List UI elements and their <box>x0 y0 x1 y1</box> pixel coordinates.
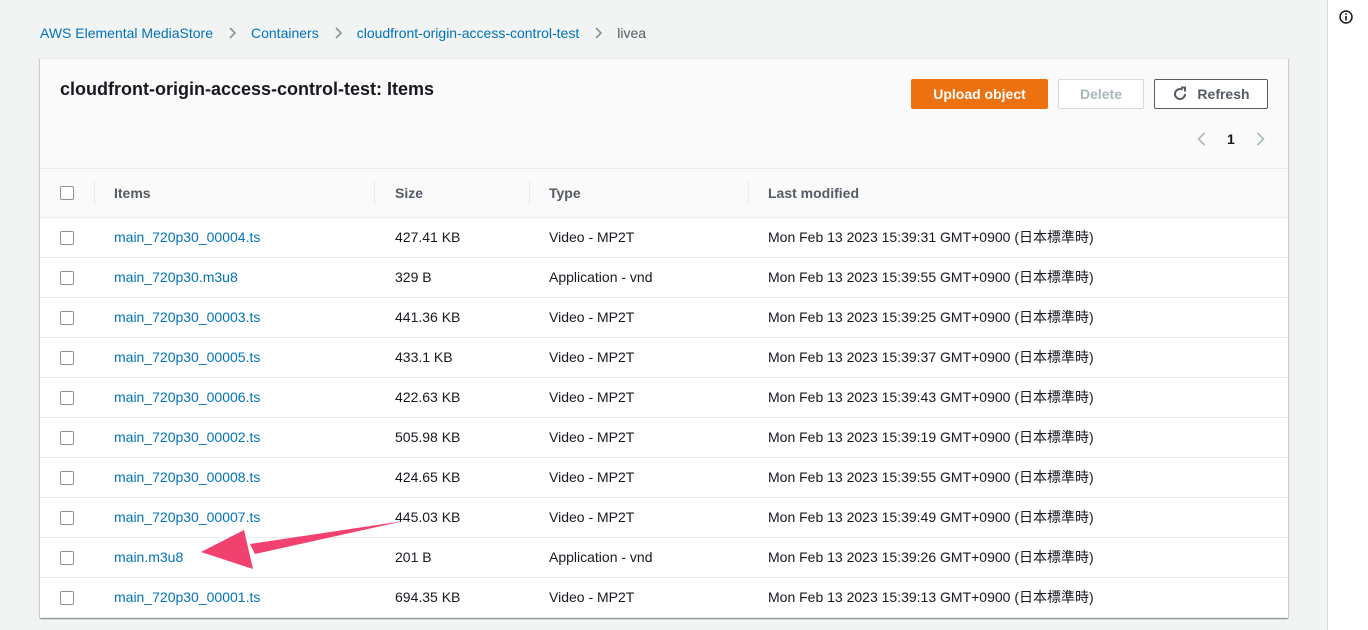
item-last-modified: Mon Feb 13 2023 15:39:25 GMT+0900 (日本標準時… <box>768 309 1094 325</box>
item-size: 201 B <box>395 549 432 565</box>
pagination: 1 <box>1194 127 1268 151</box>
item-name-link[interactable]: main_720p30_00003.ts <box>114 298 260 337</box>
item-size: 433.1 KB <box>395 349 453 365</box>
row-checkbox[interactable] <box>60 591 74 605</box>
item-type: Application - vnd <box>549 269 653 285</box>
row-checkbox[interactable] <box>60 271 74 285</box>
column-divider <box>374 181 375 205</box>
item-name-link[interactable]: main_720p30.m3u8 <box>114 258 238 297</box>
item-last-modified: Mon Feb 13 2023 15:39:26 GMT+0900 (日本標準時… <box>768 549 1094 565</box>
help-panel-rail <box>1327 0 1368 630</box>
table-row[interactable]: main_720p30_00001.ts 694.35 KB Video - M… <box>40 578 1288 618</box>
item-last-modified: Mon Feb 13 2023 15:39:49 GMT+0900 (日本標準時… <box>768 509 1094 525</box>
breadcrumb: AWS Elemental MediaStore Containers clou… <box>40 22 646 44</box>
item-last-modified: Mon Feb 13 2023 15:39:55 GMT+0900 (日本標準時… <box>768 469 1094 485</box>
table-row[interactable]: main_720p30_00002.ts 505.98 KB Video - M… <box>40 418 1288 458</box>
table-row[interactable]: main_720p30_00004.ts 427.41 KB Video - M… <box>40 218 1288 258</box>
table-row[interactable]: main_720p30_00007.ts 445.03 KB Video - M… <box>40 498 1288 538</box>
items-panel: cloudfront-origin-access-control-test: I… <box>40 58 1288 618</box>
item-type: Video - MP2T <box>549 509 635 525</box>
refresh-button[interactable]: Refresh <box>1154 79 1268 109</box>
row-checkbox[interactable] <box>60 311 74 325</box>
chevron-right-icon <box>595 27 603 39</box>
item-last-modified: Mon Feb 13 2023 15:39:13 GMT+0900 (日本標準時… <box>768 589 1094 605</box>
column-header-last-modified[interactable]: Last modified <box>768 169 859 217</box>
item-type: Video - MP2T <box>549 389 635 405</box>
item-name-link[interactable]: main_720p30_00001.ts <box>114 578 260 617</box>
delete-button[interactable]: Delete <box>1058 79 1144 109</box>
item-type: Application - vnd <box>549 549 653 565</box>
item-name-link[interactable]: main_720p30_00005.ts <box>114 338 260 377</box>
select-all-checkbox[interactable] <box>60 186 74 200</box>
row-checkbox[interactable] <box>60 471 74 485</box>
item-type: Video - MP2T <box>549 589 635 605</box>
page-number[interactable]: 1 <box>1227 131 1235 147</box>
column-divider <box>529 181 530 205</box>
chevron-right-icon <box>335 27 342 39</box>
item-size: 427.41 KB <box>395 229 461 245</box>
column-divider <box>748 181 749 205</box>
item-type: Video - MP2T <box>549 429 635 445</box>
item-name-link[interactable]: main_720p30_00006.ts <box>114 378 260 417</box>
row-checkbox[interactable] <box>60 351 74 365</box>
breadcrumb-item-container[interactable]: cloudfront-origin-access-control-test <box>357 25 580 41</box>
item-name-link[interactable]: main_720p30_00007.ts <box>114 498 260 537</box>
breadcrumb-item-containers[interactable]: Containers <box>251 25 319 41</box>
breadcrumb-item-mediastore[interactable]: AWS Elemental MediaStore <box>40 25 213 41</box>
item-last-modified: Mon Feb 13 2023 15:39:37 GMT+0900 (日本標準時… <box>768 349 1094 365</box>
table-row[interactable]: main_720p30.m3u8 329 B Application - vnd… <box>40 258 1288 298</box>
row-checkbox[interactable] <box>60 511 74 525</box>
table-row[interactable]: main_720p30_00006.ts 422.63 KB Video - M… <box>40 378 1288 418</box>
items-table: Items Size Type Last modified main_720p3… <box>40 169 1288 618</box>
refresh-label: Refresh <box>1197 86 1250 102</box>
item-size: 329 B <box>395 269 432 285</box>
item-name-link[interactable]: main_720p30_00004.ts <box>114 218 260 257</box>
item-type: Video - MP2T <box>549 469 635 485</box>
upload-object-label: Upload object <box>933 86 1026 102</box>
item-last-modified: Mon Feb 13 2023 15:39:55 GMT+0900 (日本標準時… <box>768 269 1094 285</box>
item-type: Video - MP2T <box>549 229 635 245</box>
row-checkbox[interactable] <box>60 231 74 245</box>
breadcrumb-current: livea <box>617 25 647 41</box>
column-divider <box>94 181 95 205</box>
table-row[interactable]: main_720p30_00003.ts 441.36 KB Video - M… <box>40 298 1288 338</box>
item-name-link[interactable]: main_720p30_00008.ts <box>114 458 260 497</box>
item-size: 445.03 KB <box>395 509 461 525</box>
column-header-items[interactable]: Items <box>114 169 151 217</box>
chevron-left-icon[interactable] <box>1194 131 1210 147</box>
item-size: 694.35 KB <box>395 589 461 605</box>
chevron-right-icon <box>229 27 237 39</box>
table-row[interactable]: main_720p30_00005.ts 433.1 KB Video - MP… <box>40 338 1288 378</box>
item-name-link[interactable]: main.m3u8 <box>114 538 183 577</box>
table-row[interactable]: main.m3u8 201 B Application - vnd Mon Fe… <box>40 538 1288 578</box>
item-name-link[interactable]: main_720p30_00002.ts <box>114 418 260 457</box>
refresh-icon <box>1174 86 1187 100</box>
table-row[interactable]: main_720p30_00008.ts 424.65 KB Video - M… <box>40 458 1288 498</box>
panel-header: cloudfront-origin-access-control-test: I… <box>40 59 1288 169</box>
chevron-right-icon[interactable] <box>1252 131 1268 147</box>
column-header-size[interactable]: Size <box>395 169 423 217</box>
main-content-area: AWS Elemental MediaStore Containers clou… <box>0 0 1327 630</box>
item-size: 505.98 KB <box>395 429 461 445</box>
column-header-type[interactable]: Type <box>549 169 581 217</box>
item-size: 441.36 KB <box>395 309 461 325</box>
row-checkbox[interactable] <box>60 431 74 445</box>
upload-object-button[interactable]: Upload object <box>911 79 1048 109</box>
panel-title: cloudfront-origin-access-control-test: I… <box>60 79 435 99</box>
row-checkbox[interactable] <box>60 391 74 405</box>
row-checkbox[interactable] <box>60 551 74 565</box>
table-header: Items Size Type Last modified <box>40 169 1288 218</box>
item-type: Video - MP2T <box>549 349 635 365</box>
item-last-modified: Mon Feb 13 2023 15:39:43 GMT+0900 (日本標準時… <box>768 389 1094 405</box>
item-last-modified: Mon Feb 13 2023 15:39:31 GMT+0900 (日本標準時… <box>768 229 1094 245</box>
item-size: 422.63 KB <box>395 389 461 405</box>
item-size: 424.65 KB <box>395 469 461 485</box>
delete-label: Delete <box>1079 86 1123 102</box>
item-last-modified: Mon Feb 13 2023 15:39:19 GMT+0900 (日本標準時… <box>768 429 1094 445</box>
info-icon[interactable] <box>1339 10 1353 24</box>
item-type: Video - MP2T <box>549 309 635 325</box>
